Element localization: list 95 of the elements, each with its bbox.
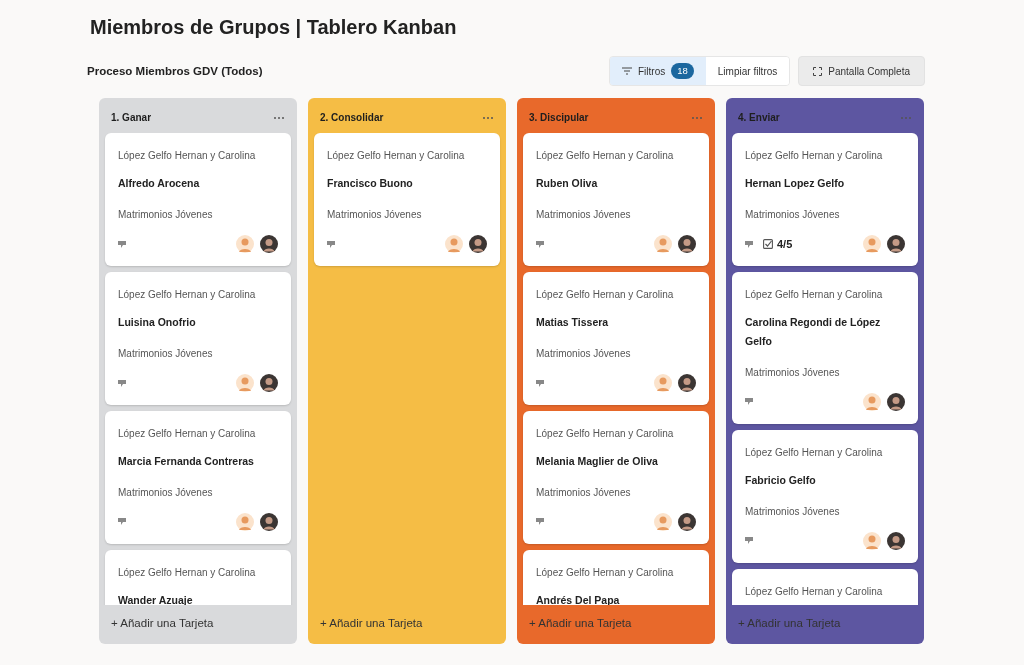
card-name: Marcia Fernanda Contreras bbox=[118, 454, 255, 470]
avatar-icon bbox=[260, 512, 278, 531]
avatar-icon bbox=[678, 512, 696, 531]
add-card-button[interactable]: + Añadir una Tarjeta bbox=[99, 605, 297, 645]
avatar-icon bbox=[887, 235, 905, 254]
card-category: Matrimonios Jóvenes bbox=[536, 485, 632, 500]
avatar-icon bbox=[654, 512, 672, 531]
avatar-icon bbox=[863, 531, 881, 550]
fullscreen-button[interactable]: Pantalla Completa bbox=[798, 56, 925, 87]
avatar-icon bbox=[654, 374, 672, 393]
column-title: 4. Enviar bbox=[738, 111, 780, 126]
card-group: López Gelfo Hernan y Carolina bbox=[118, 564, 278, 580]
avatar-icon bbox=[678, 374, 696, 393]
add-card-button[interactable]: + Añadir una Tarjeta bbox=[308, 605, 506, 645]
more-icon bbox=[900, 115, 912, 120]
member-card[interactable]: López Gelfo Hernan y Carolina bbox=[732, 568, 918, 605]
clear-filters-button[interactable]: Limpiar filtros bbox=[705, 57, 790, 86]
card-name: Hernan Lopez Gelfo bbox=[745, 176, 846, 192]
more-icon bbox=[273, 115, 285, 120]
checklist-icon bbox=[763, 239, 773, 250]
member-card[interactable]: López Gelfo Hernan y Carolina Matias Tissera Matrimonios Jóvenes bbox=[523, 272, 709, 406]
member-card[interactable]: López Gelfo Hernan y Carolina Carolina Regondi de López Gelfo Matrimonios Jóvenes bbox=[732, 272, 918, 424]
card-name: Fabricio Gelfo bbox=[745, 472, 817, 488]
card-group: López Gelfo Hernan y Carolina bbox=[536, 426, 696, 442]
avatar-icon bbox=[887, 531, 905, 550]
comment-icon bbox=[118, 379, 126, 387]
member-card[interactable]: López Gelfo Hernan y Carolina Fabricio Gelfo Matrimonios Jóvenes bbox=[732, 429, 918, 563]
avatar-icon bbox=[469, 235, 487, 254]
more-icon bbox=[482, 115, 494, 120]
comment-icon bbox=[745, 240, 753, 248]
member-card[interactable]: López Gelfo Hernan y Carolina Ruben Oliva Matrimonios Jóvenes bbox=[523, 133, 709, 267]
add-card-button[interactable]: + Añadir una Tarjeta bbox=[517, 605, 715, 645]
avatar-icon bbox=[236, 512, 254, 531]
comment-icon bbox=[118, 240, 126, 248]
comment-icon bbox=[536, 518, 544, 526]
comment-icon bbox=[745, 398, 753, 406]
checklist-count: 4/5 bbox=[777, 236, 793, 252]
member-card[interactable]: López Gelfo Hernan y Carolina Melania Maglier de Oliva Matrimonios Jóvenes bbox=[523, 411, 709, 544]
card-name: Luisina Onofrio bbox=[118, 315, 197, 331]
avatar-icon bbox=[445, 235, 463, 254]
card-group: López Gelfo Hernan y Carolina bbox=[745, 583, 905, 599]
card-name: Francisco Buono bbox=[327, 176, 414, 192]
count-badge: 18 bbox=[671, 63, 694, 80]
card-name: Matias Tissera bbox=[536, 315, 610, 331]
member-card[interactable]: López Gelfo Hernan y Carolina Francisco Buono Matrimonios Jóvenes bbox=[314, 133, 500, 267]
card-group: López Gelfo Hernan y Carolina bbox=[536, 287, 696, 303]
card-category: Matrimonios Jóvenes bbox=[745, 208, 841, 223]
card-group: López Gelfo Hernan y Carolina bbox=[327, 148, 487, 164]
avatar-icon bbox=[863, 392, 881, 411]
card-group: López Gelfo Hernan y Carolina bbox=[118, 287, 278, 303]
card-group: López Gelfo Hernan y Carolina bbox=[745, 287, 905, 303]
card-category: Matrimonios Jóvenes bbox=[745, 365, 841, 380]
card-category: Matrimonios Jóvenes bbox=[118, 347, 214, 362]
card-name: Ruben Oliva bbox=[536, 176, 599, 192]
card-group: López Gelfo Hernan y Carolina bbox=[745, 444, 905, 460]
card-group: López Gelfo Hernan y Carolina bbox=[536, 148, 696, 164]
column-title: 3. Discipular bbox=[529, 111, 589, 126]
avatar-icon bbox=[260, 235, 278, 254]
more-icon bbox=[691, 115, 703, 120]
card-category: Matrimonios Jóvenes bbox=[745, 504, 841, 519]
card-name: Carolina Regondi de López Gelfo bbox=[745, 315, 882, 350]
card-category: Matrimonios Jóvenes bbox=[327, 208, 423, 223]
card-name: Alfredo Arocena bbox=[118, 176, 201, 192]
column-title: 1. Ganar bbox=[111, 111, 152, 126]
card-group: López Gelfo Hernan y Carolina bbox=[536, 564, 696, 580]
column-title: 2. Consolidar bbox=[320, 111, 384, 126]
card-group: López Gelfo Hernan y Carolina bbox=[745, 148, 905, 164]
page-title: Miembros de Grupos | Tablero Kanban bbox=[90, 15, 458, 40]
card-name: Melania Maglier de Oliva bbox=[536, 454, 659, 470]
avatar-icon bbox=[863, 235, 881, 254]
comment-icon bbox=[118, 518, 126, 526]
card-category: Matrimonios Jóvenes bbox=[118, 208, 214, 223]
avatar-icon bbox=[260, 374, 278, 393]
filter-icon bbox=[622, 67, 632, 76]
card-group: López Gelfo Hernan y Carolina bbox=[118, 148, 278, 164]
avatar-icon bbox=[236, 374, 254, 393]
comment-icon bbox=[745, 537, 753, 545]
comment-icon bbox=[536, 379, 544, 387]
card-category: Matrimonios Jóvenes bbox=[118, 485, 214, 500]
avatar-icon bbox=[887, 392, 905, 411]
member-card[interactable]: López Gelfo Hernan y Carolina Alfredo Arocena Matrimonios Jóvenes bbox=[105, 133, 291, 267]
board-subtitle: Proceso Miembros GDV (Todos) bbox=[87, 63, 263, 79]
member-card[interactable]: López Gelfo Hernan y Carolina Marcia Fernanda Contreras Matrimonios Jóvenes bbox=[105, 411, 291, 544]
comment-icon bbox=[536, 240, 544, 248]
member-card[interactable]: López Gelfo Hernan y Carolina Luisina Onofrio Matrimonios Jóvenes bbox=[105, 272, 291, 406]
avatar-icon bbox=[678, 235, 696, 254]
filters-button[interactable]: Filtros 18 bbox=[610, 57, 706, 86]
card-category: Matrimonios Jóvenes bbox=[536, 208, 632, 223]
avatar-icon bbox=[654, 235, 672, 254]
comment-icon bbox=[327, 240, 335, 248]
member-card[interactable]: López Gelfo Hernan y Carolina Hernan Lopez Gelfo Matrimonios Jóvenes 4/5 bbox=[732, 133, 918, 267]
avatar-icon bbox=[236, 235, 254, 254]
fullscreen-icon bbox=[813, 66, 823, 76]
card-group: López Gelfo Hernan y Carolina bbox=[118, 426, 278, 442]
card-category: Matrimonios Jóvenes bbox=[536, 347, 632, 362]
